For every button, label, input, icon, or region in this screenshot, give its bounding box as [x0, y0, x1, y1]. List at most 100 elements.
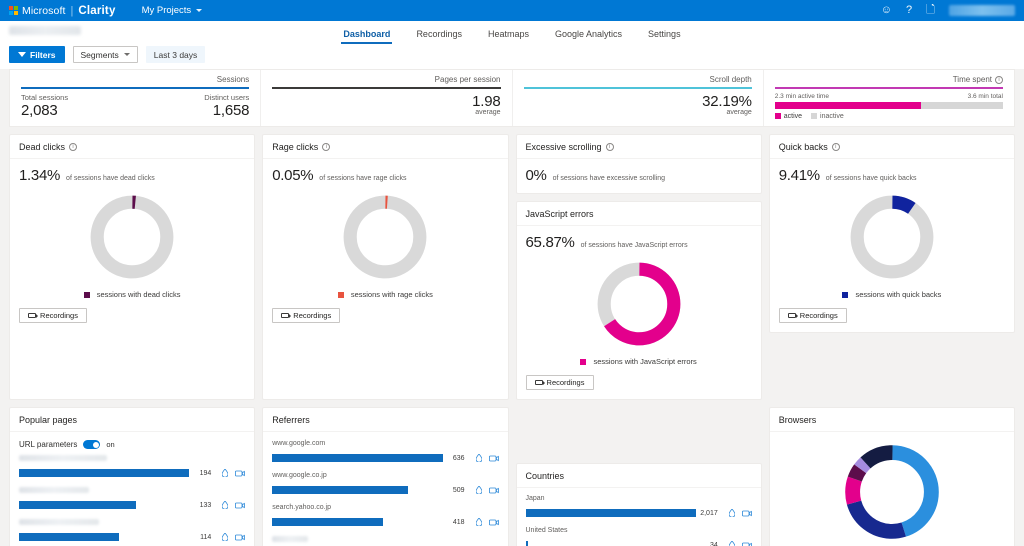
url-parameters-label: URL parameters [19, 440, 78, 449]
document-icon[interactable]: 🗋 [926, 5, 935, 16]
info-icon[interactable]: i [995, 75, 1003, 84]
recording-camera-icon[interactable] [741, 504, 752, 522]
heatmap-drop-icon[interactable] [728, 509, 735, 517]
list-item-value: 34 [709, 541, 718, 546]
user-account-area[interactable] [949, 5, 1015, 16]
recordings-label: Recordings [293, 311, 332, 320]
microsoft-wordmark: Microsoft [22, 4, 66, 17]
recording-camera-icon[interactable] [235, 464, 246, 482]
kpi-pages-title: Pages per session [434, 75, 501, 84]
scroll-depth-caption: average [726, 108, 752, 116]
recordings-label: Recordings [40, 311, 78, 320]
browsers-title: Browsers [778, 415, 817, 425]
list-item-value: 114 [200, 533, 212, 541]
tab-settings[interactable]: Settings [646, 23, 683, 46]
distinct-users-value: 1,658 [212, 101, 250, 119]
my-projects-menu[interactable]: My Projects [142, 5, 203, 16]
list-item-bar [19, 469, 190, 477]
rage-clicks-pct: 0.05% [272, 167, 314, 184]
list-item-value: 194 [199, 469, 212, 477]
recording-camera-icon[interactable] [488, 449, 499, 467]
info-icon[interactable]: i [605, 143, 614, 151]
list-item-bar-track [525, 509, 696, 517]
recording-camera-icon[interactable] [488, 513, 499, 531]
tab-dashboard[interactable]: Dashboard [341, 23, 393, 46]
total-time-label: 3.6 min total [967, 92, 1003, 100]
quick-backs-donut [850, 195, 934, 279]
dead-clicks-desc: of sessions have dead clicks [66, 175, 155, 182]
info-icon[interactable]: i [831, 143, 840, 151]
recording-camera-icon[interactable] [741, 536, 752, 546]
tab-heatmaps[interactable]: Heatmaps [486, 23, 531, 46]
dead-clicks-title: Dead clicks [19, 142, 66, 152]
javascript-errors-legend: sessions with JavaScript errors [517, 350, 761, 366]
heatmap-drop-icon[interactable] [475, 486, 482, 494]
funnel-icon [18, 52, 26, 57]
card-browsers: Browsers MobileSafari45.10%938 sessionsC… [768, 407, 1015, 546]
heatmap-drop-icon[interactable] [475, 454, 482, 462]
heatmap-drop-icon[interactable] [475, 518, 482, 526]
kpi-time-rule [774, 87, 1003, 89]
list-item-bar-track [19, 501, 189, 509]
list-item-bar [525, 509, 696, 517]
info-icon[interactable]: i [69, 143, 78, 151]
kpi-pages-per-session: Pages per session 1.98 average [260, 70, 511, 126]
dead-clicks-pct: 1.34% [19, 167, 61, 184]
list-item: 114 [19, 519, 246, 546]
list-item-bar [272, 454, 443, 462]
popular-pages-list: 1941331148280 [19, 455, 246, 546]
heatmap-drop-icon[interactable] [728, 541, 735, 546]
dashboard-content: Sessions Total sessions 2,083 Distinct u… [0, 69, 1024, 546]
legend-active: active [774, 112, 802, 120]
tab-google-analytics[interactable]: Google Analytics [553, 23, 624, 46]
date-range-chip[interactable]: Last 3 days [145, 46, 206, 63]
recording-camera-icon[interactable] [235, 496, 246, 514]
info-icon[interactable]: i [322, 143, 331, 151]
legend-swatch [580, 358, 587, 365]
referrers-title: Referrers [272, 415, 310, 425]
card-dead-clicks: Dead clicks i 1.34% of sessions have dea… [9, 134, 256, 400]
list-item-bar [272, 518, 383, 526]
recordings-button[interactable]: Recordings [778, 308, 847, 323]
referrers-list: www.google.com 636 www.google.co.jp 509 sear… [272, 440, 499, 546]
brand-separator: | [70, 4, 74, 17]
recording-camera-icon[interactable] [235, 528, 246, 546]
heatmap-drop-icon[interactable] [222, 469, 229, 477]
dead-clicks-donut [90, 195, 174, 279]
pages-per-session-value: 1.98 [472, 92, 501, 110]
tab-recordings[interactable]: Recordings [414, 23, 464, 46]
list-item-bar-track [272, 518, 442, 526]
clarity-dashboard: Microsoft | Clarity My Projects ☺ ? 🗋 Da… [0, 0, 1024, 546]
quick-backs-title: Quick backs [778, 142, 828, 152]
top-bar: Microsoft | Clarity My Projects ☺ ? 🗋 [0, 0, 1024, 21]
smiley-icon[interactable]: ☺ [881, 5, 892, 16]
time-spent-legend: active inactive [774, 112, 1003, 120]
recordings-button[interactable]: Recordings [272, 308, 341, 323]
list-item-value: 636 [452, 454, 465, 462]
recording-camera-icon[interactable] [488, 481, 499, 499]
list-item: 194 [19, 455, 246, 482]
recordings-button[interactable]: Recordings [19, 308, 87, 323]
excessive-scrolling-pct: 0% [525, 167, 547, 184]
time-spent-active-fill [774, 101, 921, 109]
legend-label: sessions with JavaScript errors [593, 357, 697, 366]
list-item-bar-track [19, 469, 190, 477]
filters-button[interactable]: Filters [9, 46, 65, 63]
camera-icon [281, 312, 292, 319]
heatmap-drop-icon[interactable] [222, 501, 229, 509]
url-parameters-toggle[interactable] [83, 440, 101, 449]
main-nav: Dashboard Recordings Heatmaps Google Ana… [0, 23, 1024, 46]
legend-label: sessions with dead clicks [96, 290, 181, 299]
countries-list: Japan2,017United States34United Kingdom7… [525, 495, 752, 546]
heatmap-drop-icon[interactable] [222, 533, 229, 541]
list-item-label: Japan [525, 495, 545, 502]
recordings-button[interactable]: Recordings [525, 375, 594, 390]
list-item-value: 133 [199, 501, 212, 509]
kpi-time-spent: Time spent i 2.3 min active time 3.6 min… [762, 70, 1014, 126]
help-icon[interactable]: ? [906, 5, 912, 16]
list-item-label: search.yahoo.co.jp [272, 504, 332, 511]
segments-button[interactable]: Segments [72, 46, 138, 63]
legend-inactive: inactive [811, 112, 844, 120]
filter-toolbar: Filters Segments Last 3 days [9, 46, 206, 63]
time-spent-bar [774, 101, 1003, 109]
